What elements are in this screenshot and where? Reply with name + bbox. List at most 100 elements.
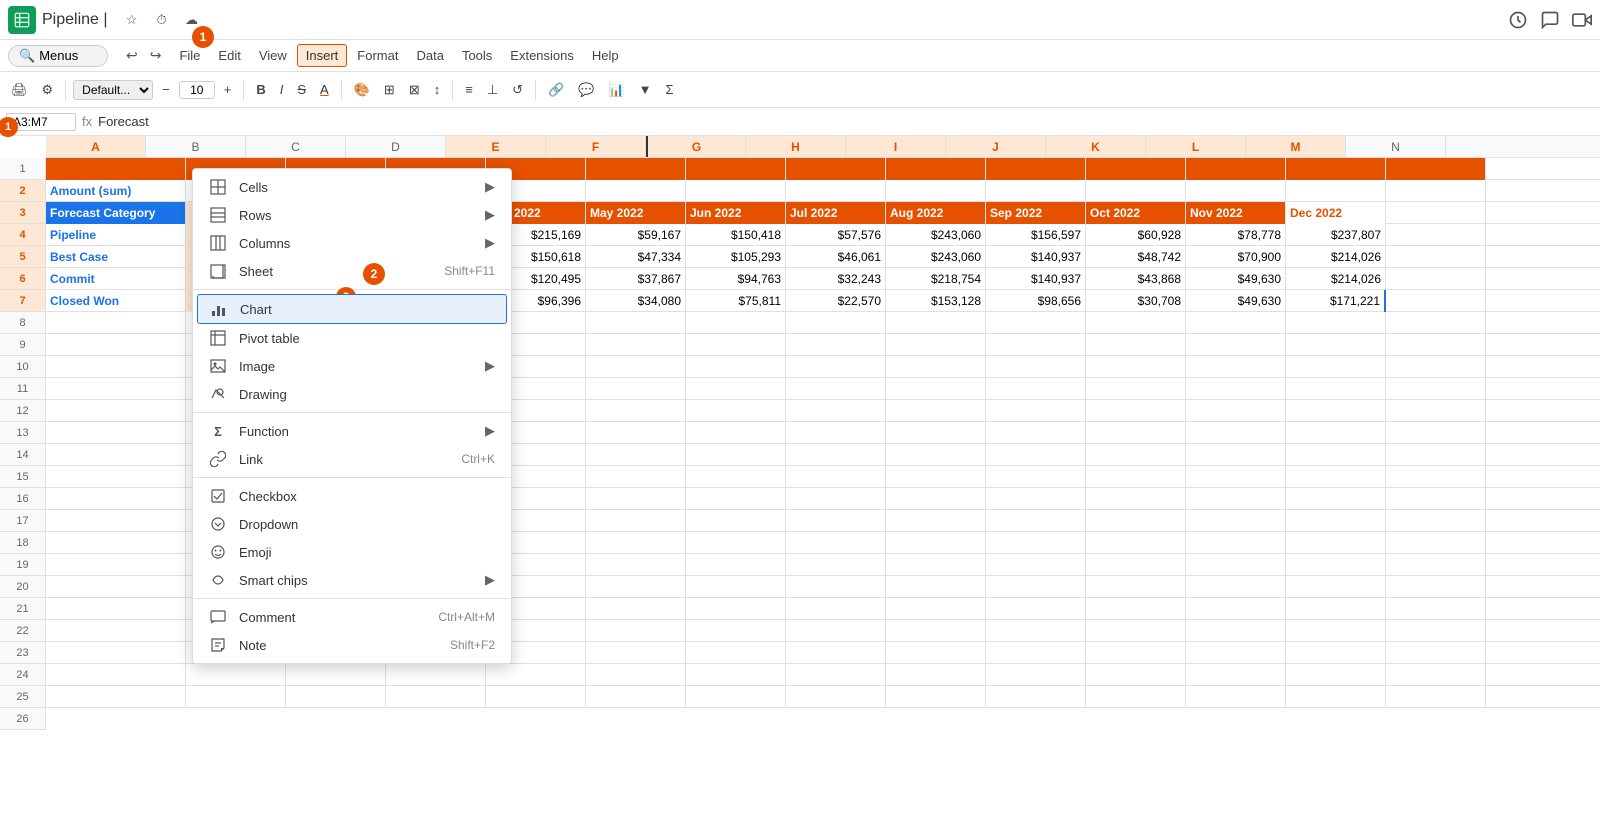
comment-button[interactable]: 💬 <box>573 80 599 100</box>
font-size-decrease[interactable]: − <box>157 80 175 99</box>
col-header-B[interactable]: B <box>146 136 246 157</box>
valign-button[interactable]: ⊥ <box>482 80 503 100</box>
menu-item-emoji[interactable]: Emoji <box>193 538 511 566</box>
strikethrough-button[interactable]: S <box>292 80 311 99</box>
row-num-22[interactable]: 22 <box>0 620 46 642</box>
star-icon[interactable]: ☆ <box>122 10 142 30</box>
cell-G1[interactable] <box>686 158 786 180</box>
cell-H1[interactable] <box>786 158 886 180</box>
menu-file[interactable]: File <box>171 45 208 66</box>
row-num-2[interactable]: 2 <box>0 180 46 202</box>
cell-H6[interactable]: $32,243 <box>786 268 886 290</box>
cell-A8[interactable] <box>46 312 186 334</box>
cell-I7[interactable]: $153,128 <box>886 290 986 312</box>
cell-L5[interactable]: $70,900 <box>1186 246 1286 268</box>
menu-item-sheet[interactable]: Sheet Shift+F11 <box>193 257 511 285</box>
borders-button[interactable]: ⊞ <box>379 80 400 100</box>
cell-K6[interactable]: $43,868 <box>1086 268 1186 290</box>
cell-F7[interactable]: $34,080 <box>586 290 686 312</box>
cell-K4[interactable]: $60,928 <box>1086 224 1186 246</box>
cell-L3[interactable]: Nov 2022 <box>1186 202 1286 224</box>
cell-I2[interactable] <box>886 180 986 202</box>
cell-G3[interactable]: Jun 2022 <box>686 202 786 224</box>
cell-F5[interactable]: $47,334 <box>586 246 686 268</box>
cell-F2[interactable] <box>586 180 686 202</box>
cell-A7[interactable]: Closed Won <box>46 290 186 312</box>
row-num-16[interactable]: 16 <box>0 488 46 510</box>
row-num-14[interactable]: 14 <box>0 444 46 466</box>
col-header-A[interactable]: A <box>46 136 146 157</box>
row-num-7[interactable]: 7 <box>0 290 46 312</box>
cell-N4[interactable] <box>1386 224 1486 246</box>
rotate-button[interactable]: ↺ <box>507 80 528 100</box>
cell-M3[interactable]: Dec 2022 <box>1286 202 1386 224</box>
cell-H2[interactable] <box>786 180 886 202</box>
print-button[interactable]: 🖨 <box>6 80 33 100</box>
cell-N7[interactable] <box>1386 290 1486 312</box>
col-header-K[interactable]: K <box>1046 136 1146 157</box>
col-header-I[interactable]: I <box>846 136 946 157</box>
col-header-N[interactable]: N <box>1346 136 1446 157</box>
menu-item-image[interactable]: Image ▶ <box>193 352 511 380</box>
fill-color-button[interactable]: 🎨 <box>349 80 375 100</box>
cell-L4[interactable]: $78,778 <box>1186 224 1286 246</box>
cloud-icon[interactable]: ☁ <box>182 10 202 30</box>
bold-button[interactable]: B <box>251 80 270 99</box>
cell-K7[interactable]: $30,708 <box>1086 290 1186 312</box>
cell-M5[interactable]: $214,026 <box>1286 246 1386 268</box>
menu-tools[interactable]: Tools <box>454 45 500 66</box>
row-num-24[interactable]: 24 <box>0 664 46 686</box>
row-num-1[interactable]: 1 <box>0 158 46 180</box>
sum-button[interactable]: Σ <box>660 80 678 99</box>
cell-N3[interactable] <box>1386 202 1486 224</box>
cell-N1[interactable] <box>1386 158 1486 180</box>
row-num-3[interactable]: 3 <box>0 202 46 224</box>
cell-F3[interactable]: May 2022 <box>586 202 686 224</box>
cell-M1[interactable] <box>1286 158 1386 180</box>
cell-G6[interactable]: $94,763 <box>686 268 786 290</box>
cell-I6[interactable]: $218,754 <box>886 268 986 290</box>
row-num-21[interactable]: 21 <box>0 598 46 620</box>
cell-J5[interactable]: $140,937 <box>986 246 1086 268</box>
menu-item-drawing[interactable]: Drawing <box>193 380 511 408</box>
cell-H7[interactable]: $22,570 <box>786 290 886 312</box>
cell-G7[interactable]: $75,811 <box>686 290 786 312</box>
menu-item-pivot-table[interactable]: Pivot table <box>193 324 511 352</box>
cell-J1[interactable] <box>986 158 1086 180</box>
row-num-6[interactable]: 6 <box>0 268 46 290</box>
col-header-D[interactable]: D <box>346 136 446 157</box>
menu-item-cells[interactable]: Cells ▶ <box>193 173 511 201</box>
activity-icon[interactable] <box>1508 10 1528 30</box>
menu-item-link[interactable]: Link Ctrl+K <box>193 445 511 473</box>
row-num-17[interactable]: 17 <box>0 510 46 532</box>
col-header-L[interactable]: L <box>1146 136 1246 157</box>
cell-M4[interactable]: $237,807 <box>1286 224 1386 246</box>
chat-icon[interactable] <box>1540 10 1560 30</box>
row-num-20[interactable]: 20 <box>0 576 46 598</box>
row-num-12[interactable]: 12 <box>0 400 46 422</box>
row-num-18[interactable]: 18 <box>0 532 46 554</box>
menu-format[interactable]: Format <box>349 45 406 66</box>
row-num-9[interactable]: 9 <box>0 334 46 356</box>
cell-I5[interactable]: $243,060 <box>886 246 986 268</box>
cell-I4[interactable]: $243,060 <box>886 224 986 246</box>
cell-M6[interactable]: $214,026 <box>1286 268 1386 290</box>
row-num-15[interactable]: 15 <box>0 466 46 488</box>
menu-extensions[interactable]: Extensions <box>502 45 582 66</box>
history-icon[interactable]: ⏱ <box>152 10 172 30</box>
zoom-button[interactable]: ⚙ <box>37 80 59 100</box>
menu-item-comment[interactable]: Comment Ctrl+Alt+M <box>193 603 511 631</box>
menu-help[interactable]: Help <box>584 45 627 66</box>
cell-A5[interactable]: Best Case <box>46 246 186 268</box>
menu-edit[interactable]: Edit <box>210 45 248 66</box>
row-num-8[interactable]: 8 <box>0 312 46 334</box>
menu-search[interactable]: 🔍 Menus <box>8 45 108 67</box>
cell-K3[interactable]: Oct 2022 <box>1086 202 1186 224</box>
undo-button[interactable]: ↩ <box>122 45 142 66</box>
cell-J7[interactable]: $98,656 <box>986 290 1086 312</box>
cell-L1[interactable] <box>1186 158 1286 180</box>
merge-button[interactable]: ⊠ <box>404 80 425 100</box>
menu-insert[interactable]: Insert <box>297 44 348 67</box>
cell-F4[interactable]: $59,167 <box>586 224 686 246</box>
row-num-5[interactable]: 5 <box>0 246 46 268</box>
